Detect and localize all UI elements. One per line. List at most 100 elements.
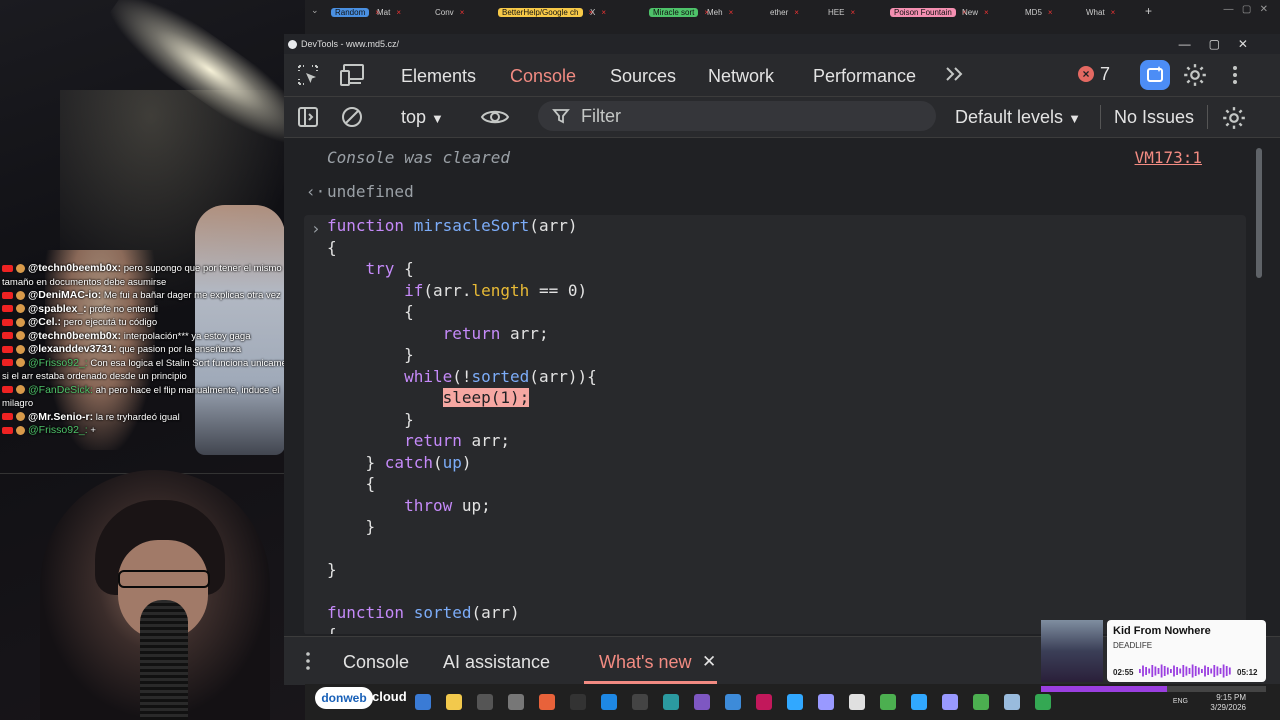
device-toolbar-icon[interactable] — [340, 63, 366, 87]
input-prompt-chevron-icon: › — [311, 219, 321, 238]
browser-tab[interactable]: HEE × — [828, 5, 855, 21]
visualizer-bar — [1225, 666, 1228, 676]
tab-sources[interactable]: Sources — [610, 54, 676, 96]
browser-tab[interactable]: X × — [590, 5, 606, 21]
visual-studio-icon[interactable] — [694, 694, 710, 710]
tab-console[interactable]: Console — [510, 54, 576, 96]
console-scrollbar[interactable] — [1254, 138, 1264, 634]
browser-tab[interactable]: Conv × — [435, 5, 464, 21]
close-tab-icon[interactable]: × — [460, 8, 465, 17]
chat-message: @Mr.Senio-r: la re tryhardeó igual — [0, 411, 300, 425]
visualizer-bar — [1222, 664, 1225, 678]
app-pink-icon[interactable] — [756, 694, 772, 710]
browser-tab[interactable]: New × — [962, 5, 989, 21]
close-tab-icon[interactable]: × — [794, 8, 799, 17]
sidebar-toggle-icon[interactable] — [297, 106, 319, 128]
browser-tab[interactable]: BetterHelp/Google ch × — [498, 5, 593, 21]
vscode-icon[interactable] — [601, 694, 617, 710]
input-language[interactable]: ENG — [1173, 698, 1188, 705]
browser-tab[interactable]: What × — [1086, 5, 1115, 21]
app-circle-icon[interactable] — [570, 694, 586, 710]
close-tab-icon[interactable]: × — [396, 8, 401, 17]
console-settings-gear-icon[interactable] — [1221, 105, 1247, 131]
browser-tab[interactable]: MD5 × — [1025, 5, 1053, 21]
settings-gear-icon[interactable] — [1182, 62, 1208, 88]
terminal-icon[interactable] — [477, 694, 493, 710]
tab-list-chevron-icon[interactable]: ⌄ — [311, 5, 319, 16]
avatar — [16, 304, 25, 314]
error-counter[interactable]: × 7 — [1078, 64, 1114, 84]
browser-tab[interactable]: Random × — [331, 5, 380, 21]
more-options-kebab-icon[interactable] — [1230, 64, 1240, 86]
app-note-icon[interactable] — [1004, 694, 1020, 710]
new-tab-plus-icon[interactable]: + — [1145, 4, 1152, 18]
browser-window-controls[interactable]: — ▢ ✕ — [1224, 4, 1269, 15]
store-icon[interactable] — [508, 694, 524, 710]
inspect-element-icon[interactable] — [296, 63, 320, 87]
live-expression-eye-icon[interactable] — [480, 106, 510, 128]
browser-tab-label: BetterHelp/Google ch — [498, 8, 583, 17]
chat-message: @techn0beemb0x: interpolación*** ya esto… — [0, 330, 300, 344]
close-tab-icon[interactable]: × — [850, 8, 855, 17]
console-output[interactable]: Console was cleared VM173:1 ‹· undefined… — [284, 138, 1280, 634]
ai-assistance-button[interactable] — [1140, 60, 1170, 90]
premiere-icon[interactable] — [942, 694, 958, 710]
code-editor[interactable]: function mirsacleSort(arr) { try { if(arr… — [327, 215, 597, 634]
drawer-tab-ai-assistance[interactable]: AI assistance — [443, 637, 550, 685]
app-dark-icon[interactable] — [632, 694, 648, 710]
more-tabs-chevron-icon[interactable] — [944, 65, 964, 83]
filter-placeholder: Filter — [581, 106, 621, 126]
browser-tab[interactable]: Meh × — [707, 5, 733, 21]
browser-tab-label: Meh — [707, 8, 723, 17]
system-clock[interactable]: 9:15 PM 3/29/2026 — [1210, 693, 1246, 713]
vscode-insiders-icon[interactable] — [725, 694, 741, 710]
chrome-active-icon[interactable] — [1035, 694, 1051, 710]
close-tab-icon[interactable]: × — [1111, 8, 1116, 17]
tab-performance[interactable]: Performance — [813, 54, 916, 96]
console-input-entry[interactable]: › function mirsacleSort(arr) { try { if(a… — [304, 215, 1246, 634]
browser-tab[interactable]: ether × — [770, 5, 799, 21]
browser-tab[interactable]: Miracle sort × — [649, 5, 709, 21]
close-tab-icon[interactable]: × — [601, 8, 606, 17]
browser-tab-label: Conv — [435, 8, 454, 17]
browser-tab[interactable]: Mat × — [377, 5, 401, 21]
chat-text: Me fui a bañar dager me explicas otra ve… — [103, 290, 281, 301]
audio-visualizer — [1139, 664, 1231, 678]
youtube-icon — [2, 426, 13, 434]
devtools-window-controls[interactable]: —▢✕ — [1179, 34, 1266, 54]
drawer-kebab-icon[interactable] — [306, 651, 310, 671]
clock-date: 3/29/2026 — [1210, 703, 1246, 712]
close-tab-icon[interactable]: × — [984, 8, 989, 17]
context-selector[interactable]: top ▼ — [401, 97, 444, 137]
chat-text: que pasion por la enseñanza — [119, 344, 242, 355]
tab-network[interactable]: Network — [708, 54, 774, 96]
close-whats-new-icon[interactable]: ✕ — [702, 637, 716, 685]
photoshop-icon[interactable] — [787, 694, 803, 710]
browser-tab-label: MD5 — [1025, 8, 1042, 17]
source-location-link[interactable]: VM173:1 — [1135, 148, 1202, 167]
log-levels-dropdown[interactable]: Default levels ▼ — [955, 97, 1081, 137]
console-filter-input[interactable]: Filter — [538, 101, 936, 131]
clear-console-icon[interactable] — [341, 106, 363, 128]
scrollbar-thumb[interactable] — [1256, 148, 1262, 278]
browser-tab[interactable]: Poison Fountain × — [890, 5, 967, 21]
close-tab-icon[interactable]: × — [1048, 8, 1053, 17]
youtube-icon — [2, 345, 13, 353]
brave-icon[interactable] — [539, 694, 555, 710]
app-green-icon[interactable] — [973, 694, 989, 710]
visualizer-bar — [1163, 666, 1166, 676]
chrome-alt-icon[interactable] — [880, 694, 896, 710]
after-effects-icon[interactable] — [818, 694, 834, 710]
streamer-glasses — [118, 570, 210, 588]
drawer-tab-whats-new[interactable]: What's new — [599, 637, 691, 685]
file-explorer-icon[interactable] — [446, 694, 462, 710]
track-progress-fill — [1041, 686, 1167, 692]
app-teal-icon[interactable] — [663, 694, 679, 710]
close-tab-icon[interactable]: × — [729, 8, 734, 17]
drawer-tab-console[interactable]: Console — [343, 637, 409, 685]
issues-button[interactable]: No Issues — [1114, 97, 1194, 137]
tab-elements[interactable]: Elements — [401, 54, 476, 96]
chrome-icon[interactable] — [849, 694, 865, 710]
lightroom-icon[interactable] — [911, 694, 927, 710]
code-line: while(!sorted(arr)){ — [404, 366, 597, 386]
